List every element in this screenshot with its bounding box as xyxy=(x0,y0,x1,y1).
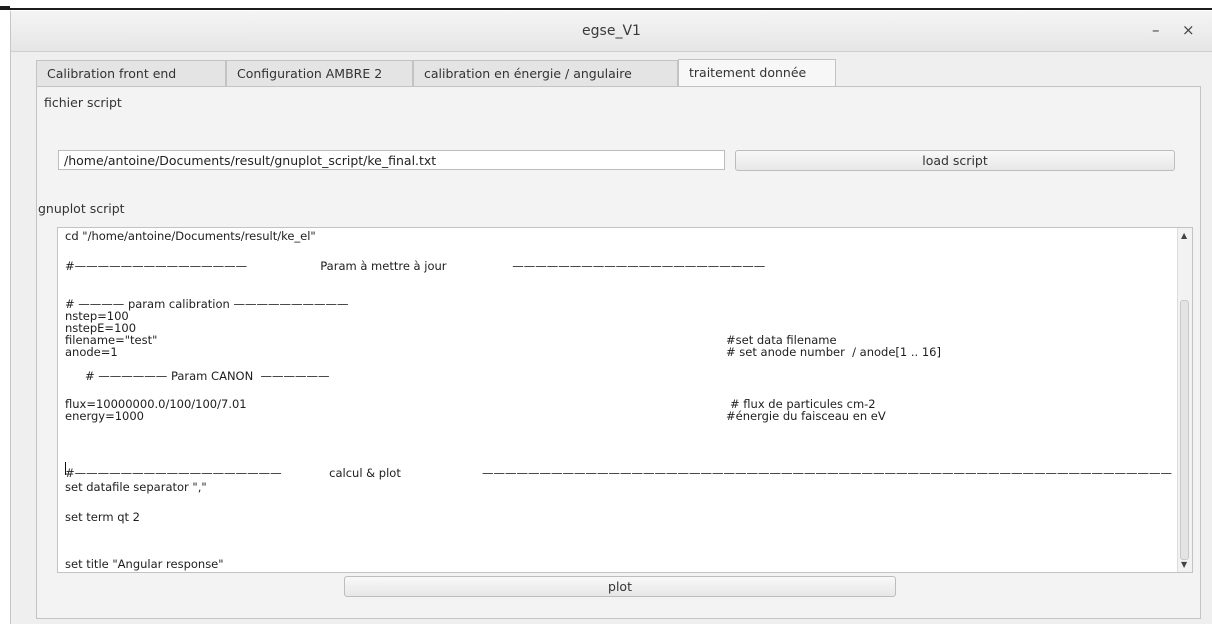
script-line: # —————— Param CANON —————— xyxy=(85,369,330,383)
script-line: set title "Angular response" xyxy=(65,557,224,571)
close-button[interactable]: × xyxy=(1182,21,1195,39)
gnuplot-script-editor[interactable]: cd "/home/antoine/Documents/result/ke_el… xyxy=(57,227,1193,573)
script-line: #énergie du faisceau en eV xyxy=(726,409,886,423)
editor-scrollbar[interactable]: ▲ ▼ xyxy=(1177,228,1192,572)
script-line: set datafile separator "," xyxy=(65,480,207,494)
script-line: # set anode number / anode[1 .. 16] xyxy=(726,345,941,359)
load-script-button[interactable]: load script xyxy=(735,150,1175,171)
script-path-input[interactable] xyxy=(58,150,725,170)
tab-configuration-ambre-2[interactable]: Configuration AMBRE 2 xyxy=(226,60,413,87)
tab-calibration-front-end[interactable]: Calibration front end xyxy=(36,60,226,87)
top-edge-line xyxy=(0,8,1212,10)
script-file-label: fichier script xyxy=(44,95,122,110)
script-line: #—————————————————— calcul & plot xyxy=(65,466,401,480)
script-text: cd "/home/antoine/Documents/result/ke_el… xyxy=(58,228,1172,572)
tab-panel-traitement-donnee: fichier script load script gnuplot scrip… xyxy=(36,86,1201,619)
tab-traitement-donnee[interactable]: traitement donnée xyxy=(678,59,836,87)
minimize-button[interactable]: – xyxy=(1152,21,1160,39)
scrollbar-thumb[interactable] xyxy=(1180,300,1189,560)
app-window: egse_V1 – × Calibration front end Config… xyxy=(10,11,1212,624)
tab-calibration-energie-angulaire[interactable]: calibration en énergie / angulaire xyxy=(413,60,678,87)
script-line: cd "/home/antoine/Documents/result/ke_el… xyxy=(65,229,316,243)
plot-button[interactable]: plot xyxy=(344,576,896,597)
window-title: egse_V1 xyxy=(582,23,641,39)
script-line: set term qt 2 xyxy=(65,510,140,524)
script-line: anode=1 xyxy=(65,345,118,359)
gnuplot-script-label: gnuplot script xyxy=(38,201,125,216)
scroll-up-icon[interactable]: ▲ xyxy=(1181,231,1187,240)
title-bar: egse_V1 – × xyxy=(11,11,1212,52)
script-line: #——————————————— Param à mettre à jour —… xyxy=(65,259,766,273)
script-line: ————————————————————————————————————————… xyxy=(482,466,1172,480)
script-line: energy=1000 xyxy=(65,409,144,423)
scroll-down-icon[interactable]: ▼ xyxy=(1181,560,1187,569)
